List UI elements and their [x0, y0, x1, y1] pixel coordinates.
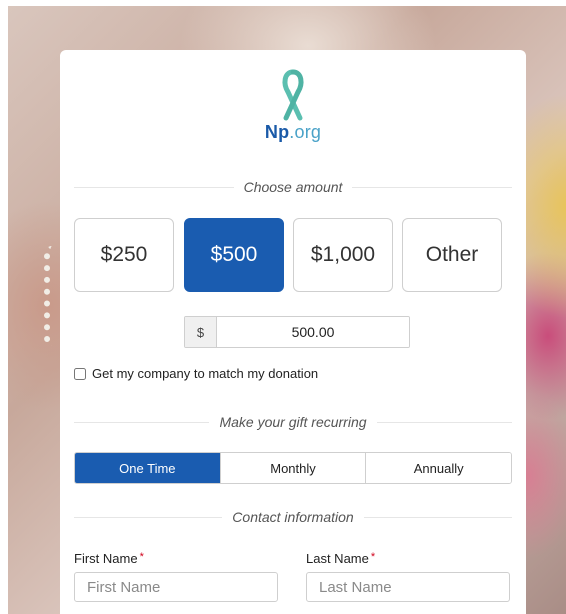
company-match-checkbox[interactable]	[74, 367, 86, 380]
required-marker: *	[139, 551, 144, 563]
last-name-field[interactable]	[306, 572, 510, 602]
choose-amount-heading: Choose amount	[74, 178, 512, 196]
frequency-one-time[interactable]: One Time	[75, 453, 221, 483]
amount-input[interactable]	[217, 317, 409, 347]
amount-option-1000[interactable]: $1,000	[293, 218, 393, 292]
logo-org: .org	[289, 122, 322, 142]
amount-option-500[interactable]: $500	[184, 218, 284, 292]
company-match[interactable]: Get my company to match my donation	[74, 366, 318, 381]
ribbon-icon	[282, 69, 304, 121]
bracelet-decoration	[44, 246, 60, 346]
divider	[74, 421, 210, 423]
logo-np: Np	[264, 122, 290, 142]
last-name-label-text: Last Name	[306, 551, 369, 566]
recurring-label: Make your gift recurring	[219, 414, 367, 430]
logo-text: Np.org	[60, 122, 526, 143]
divider	[363, 516, 512, 518]
first-name-label: First Name *	[74, 551, 144, 566]
amount-option-other[interactable]: Other	[402, 218, 502, 292]
choose-amount-label: Choose amount	[243, 179, 343, 195]
company-match-label: Get my company to match my donation	[92, 366, 319, 381]
currency-prefix: $	[185, 317, 217, 347]
last-name-label: Last Name *	[306, 551, 375, 566]
frequency-monthly[interactable]: Monthly	[220, 453, 367, 483]
recurring-heading: Make your gift recurring	[74, 413, 512, 431]
logo: Np.org	[60, 68, 526, 143]
frequency-selector: One Time Monthly Annually	[74, 452, 512, 484]
first-name-field[interactable]	[74, 572, 278, 602]
donation-form-card: Np.org Choose amount $250 $500 $1,000 Ot…	[60, 50, 526, 614]
required-marker: *	[370, 551, 376, 563]
divider	[74, 186, 234, 188]
divider	[74, 516, 223, 518]
amount-option-250[interactable]: $250	[74, 218, 174, 292]
amount-field: $	[184, 316, 410, 348]
contact-label: Contact information	[232, 509, 354, 525]
divider	[352, 186, 512, 188]
first-name-label-text: First Name	[74, 551, 138, 566]
contact-heading: Contact information	[74, 508, 512, 526]
divider	[376, 421, 512, 423]
frequency-annually[interactable]: Annually	[366, 453, 511, 483]
